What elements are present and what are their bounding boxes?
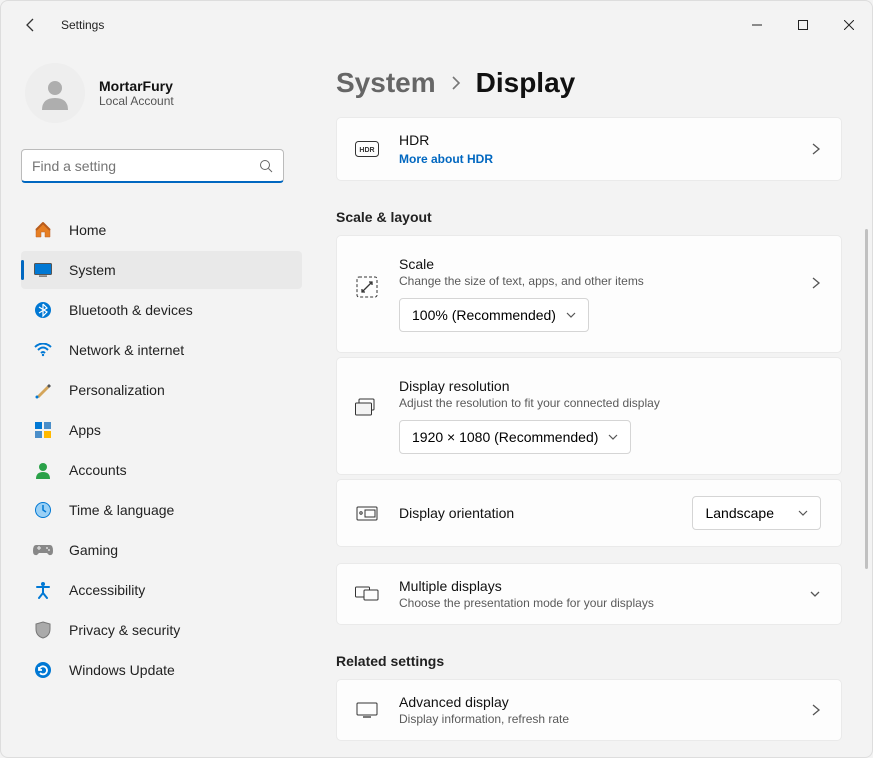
nav-item-privacy[interactable]: Privacy & security bbox=[21, 611, 302, 649]
nav-label: Network & internet bbox=[69, 342, 184, 358]
maximize-button[interactable] bbox=[780, 5, 826, 45]
resolution-title: Display resolution bbox=[399, 378, 821, 394]
accessibility-icon bbox=[33, 580, 53, 600]
scale-title: Scale bbox=[399, 256, 791, 272]
titlebar: Settings bbox=[1, 1, 872, 49]
bluetooth-icon bbox=[33, 300, 53, 320]
hdr-card[interactable]: HDR HDR More about HDR bbox=[336, 117, 842, 181]
scale-icon bbox=[355, 276, 379, 298]
multiple-displays-card[interactable]: Multiple displays Choose the presentatio… bbox=[336, 563, 842, 625]
monitor-icon bbox=[355, 702, 379, 718]
nav-item-accounts[interactable]: Accounts bbox=[21, 451, 302, 489]
section-related: Related settings bbox=[336, 653, 842, 669]
chevron-right-icon bbox=[811, 142, 821, 156]
shield-icon bbox=[33, 620, 53, 640]
scale-dropdown[interactable]: 100% (Recommended) bbox=[399, 298, 589, 332]
wifi-icon bbox=[33, 340, 53, 360]
resolution-value: 1920 × 1080 (Recommended) bbox=[412, 429, 598, 445]
nav-list: Home System Bluetooth & devices Network … bbox=[21, 211, 302, 689]
profile-name: MortarFury bbox=[99, 78, 174, 94]
window-controls bbox=[734, 5, 872, 45]
nav-label: Personalization bbox=[69, 382, 165, 398]
chevron-right-icon bbox=[811, 276, 821, 290]
close-button[interactable] bbox=[826, 5, 872, 45]
advanced-sub: Display information, refresh rate bbox=[399, 712, 791, 726]
system-icon bbox=[33, 260, 53, 280]
chevron-down-icon bbox=[608, 433, 618, 441]
nav-label: Time & language bbox=[69, 502, 174, 518]
resolution-sub: Adjust the resolution to fit your connec… bbox=[399, 396, 821, 410]
advanced-display-card[interactable]: Advanced display Display information, re… bbox=[336, 679, 842, 741]
search-icon bbox=[259, 159, 273, 173]
profile-type: Local Account bbox=[99, 94, 174, 108]
profile-block[interactable]: MortarFury Local Account bbox=[21, 59, 302, 127]
scrollbar[interactable] bbox=[865, 229, 868, 569]
scale-sub: Change the size of text, apps, and other… bbox=[399, 274, 791, 288]
multiple-sub: Choose the presentation mode for your di… bbox=[399, 596, 789, 610]
orientation-title: Display orientation bbox=[399, 505, 672, 521]
nav-label: Home bbox=[69, 222, 106, 238]
multiple-title: Multiple displays bbox=[399, 578, 789, 594]
nav-label: System bbox=[69, 262, 116, 278]
content-area: System Display HDR HDR More about HDR Sc… bbox=[306, 49, 872, 757]
hdr-link[interactable]: More about HDR bbox=[399, 152, 791, 166]
breadcrumb-current: Display bbox=[476, 67, 576, 99]
chevron-right-icon bbox=[450, 75, 462, 91]
nav-item-gaming[interactable]: Gaming bbox=[21, 531, 302, 569]
update-icon bbox=[33, 660, 53, 680]
gaming-icon bbox=[33, 540, 53, 560]
resolution-dropdown[interactable]: 1920 × 1080 (Recommended) bbox=[399, 420, 631, 454]
scale-value: 100% (Recommended) bbox=[412, 307, 556, 323]
apps-icon bbox=[33, 420, 53, 440]
nav-label: Bluetooth & devices bbox=[69, 302, 193, 318]
orientation-value: Landscape bbox=[705, 505, 774, 521]
orientation-icon bbox=[355, 504, 379, 522]
nav-item-time[interactable]: Time & language bbox=[21, 491, 302, 529]
section-scale-layout: Scale & layout bbox=[336, 209, 842, 225]
nav-label: Privacy & security bbox=[69, 622, 180, 638]
nav-item-network[interactable]: Network & internet bbox=[21, 331, 302, 369]
search-input[interactable] bbox=[32, 158, 259, 174]
breadcrumb: System Display bbox=[336, 67, 842, 99]
person-icon bbox=[33, 460, 53, 480]
nav-item-bluetooth[interactable]: Bluetooth & devices bbox=[21, 291, 302, 329]
scale-card[interactable]: Scale Change the size of text, apps, and… bbox=[336, 235, 842, 353]
nav-item-home[interactable]: Home bbox=[21, 211, 302, 249]
nav-item-personalization[interactable]: Personalization bbox=[21, 371, 302, 409]
nav-label: Gaming bbox=[69, 542, 118, 558]
orientation-dropdown[interactable]: Landscape bbox=[692, 496, 821, 530]
hdr-icon: HDR bbox=[355, 141, 379, 157]
home-icon bbox=[33, 220, 53, 240]
nav-label: Accounts bbox=[69, 462, 127, 478]
app-title: Settings bbox=[61, 18, 104, 32]
chevron-down-icon bbox=[566, 311, 576, 319]
search-box[interactable] bbox=[21, 149, 284, 183]
nav-item-accessibility[interactable]: Accessibility bbox=[21, 571, 302, 609]
resolution-icon bbox=[355, 398, 379, 416]
sidebar: MortarFury Local Account Home System Blu… bbox=[1, 49, 306, 757]
clock-icon bbox=[33, 500, 53, 520]
chevron-down-icon bbox=[798, 509, 808, 517]
chevron-right-icon bbox=[811, 703, 821, 717]
avatar bbox=[25, 63, 85, 123]
nav-item-apps[interactable]: Apps bbox=[21, 411, 302, 449]
advanced-title: Advanced display bbox=[399, 694, 791, 710]
nav-label: Windows Update bbox=[69, 662, 175, 678]
nav-item-system[interactable]: System bbox=[21, 251, 302, 289]
back-button[interactable] bbox=[21, 15, 41, 35]
chevron-down-icon bbox=[809, 589, 821, 599]
svg-text:HDR: HDR bbox=[359, 147, 374, 154]
paint-icon bbox=[33, 380, 53, 400]
nav-item-update[interactable]: Windows Update bbox=[21, 651, 302, 689]
nav-label: Accessibility bbox=[69, 582, 145, 598]
minimize-button[interactable] bbox=[734, 5, 780, 45]
breadcrumb-parent[interactable]: System bbox=[336, 67, 436, 99]
orientation-card: Display orientation Landscape bbox=[336, 479, 842, 547]
resolution-card: Display resolution Adjust the resolution… bbox=[336, 357, 842, 475]
hdr-title: HDR bbox=[399, 132, 791, 148]
multiple-displays-icon bbox=[355, 585, 379, 603]
nav-label: Apps bbox=[69, 422, 101, 438]
